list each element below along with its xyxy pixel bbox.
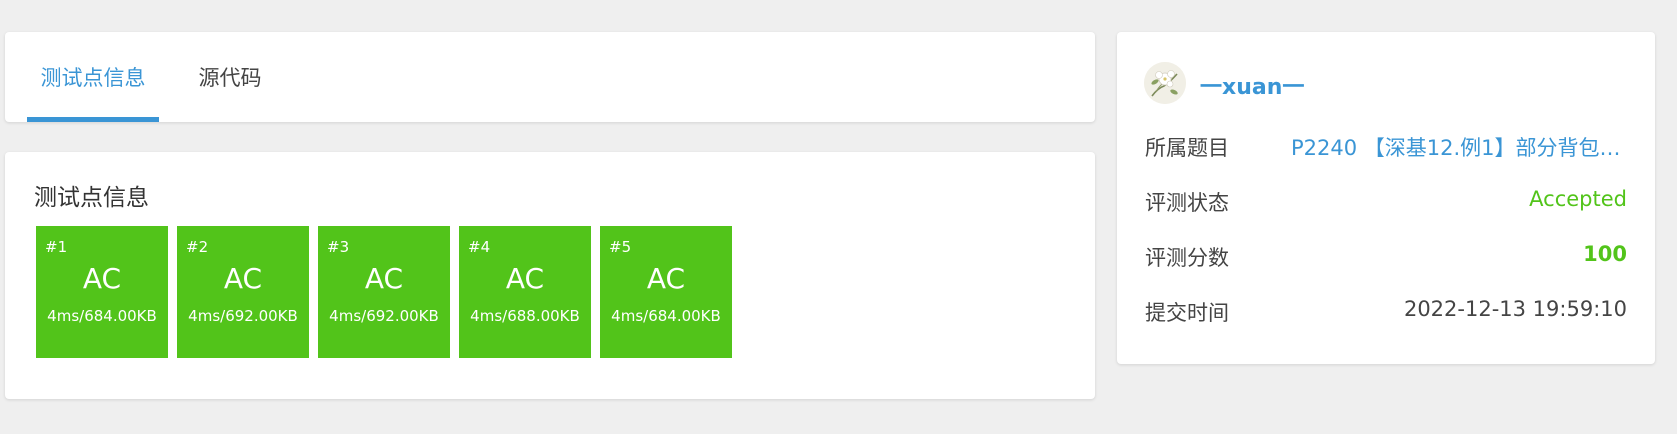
problem-label: 所属题目 <box>1145 136 1229 160</box>
tab-source-code-label: 源代码 <box>198 66 262 90</box>
info-row-problem: 所属题目 P2240 【深基12.例1】部分背包问题 <box>1145 132 1627 162</box>
status-value: Accepted <box>1529 187 1627 211</box>
info-row-submit-time: 提交时间 2022-12-13 19:59:10 <box>1145 297 1627 327</box>
testcase-section-title: 测试点信息 <box>34 185 149 211</box>
tab-testcase-info-label: 测试点信息 <box>40 66 146 90</box>
info-row-status: 评测状态 Accepted <box>1145 187 1627 217</box>
status-label: 评测状态 <box>1145 191 1229 215</box>
testcase-number: #3 <box>327 238 350 256</box>
testcase-time-memory: 4ms/684.00KB <box>47 307 157 325</box>
problem-link[interactable]: P2240 【深基12.例1】部分背包问题 <box>1291 132 1627 162</box>
submission-info-card: 一xuan一 所属题目 P2240 【深基12.例1】部分背包问题 评测状态 A… <box>1117 32 1655 364</box>
testcase-status: AC <box>646 262 686 295</box>
testcase-status: AC <box>223 262 263 295</box>
tabs-card: 测试点信息 源代码 <box>5 32 1095 122</box>
testcase-tile[interactable]: #2 AC 4ms/692.00KB <box>177 226 309 358</box>
submit-time-label: 提交时间 <box>1145 301 1229 325</box>
testcase-number: #2 <box>186 238 209 256</box>
submit-time-value: 2022-12-13 19:59:10 <box>1403 297 1627 321</box>
info-row-score: 评测分数 100 <box>1145 242 1627 272</box>
active-tab-indicator <box>27 117 159 122</box>
testcase-tile[interactable]: #4 AC 4ms/688.00KB <box>459 226 591 358</box>
testcase-number: #4 <box>468 238 491 256</box>
tab-testcase-info[interactable]: 测试点信息 <box>27 32 159 122</box>
username-link[interactable]: 一xuan一 <box>1200 69 1304 101</box>
score-label: 评测分数 <box>1145 246 1229 270</box>
testcase-status: AC <box>505 262 545 295</box>
testcase-tile[interactable]: #3 AC 4ms/692.00KB <box>318 226 450 358</box>
testcase-card: 测试点信息 #1 AC 4ms/684.00KB #2 AC 4ms/692.0… <box>5 152 1095 399</box>
testcase-number: #5 <box>609 238 632 256</box>
flower-avatar-icon <box>1144 62 1186 104</box>
testcase-time-memory: 4ms/684.00KB <box>611 307 721 325</box>
score-value: 100 <box>1583 242 1627 266</box>
testcase-status: AC <box>82 262 122 295</box>
tab-source-code[interactable]: 源代码 <box>185 32 275 122</box>
testcase-tile[interactable]: #5 AC 4ms/684.00KB <box>600 226 732 358</box>
testcase-time-memory: 4ms/692.00KB <box>329 307 439 325</box>
testcase-number: #1 <box>45 238 68 256</box>
testcase-tile[interactable]: #1 AC 4ms/684.00KB <box>36 226 168 358</box>
testcase-time-memory: 4ms/692.00KB <box>188 307 298 325</box>
testcase-time-memory: 4ms/688.00KB <box>470 307 580 325</box>
testcase-status: AC <box>364 262 404 295</box>
avatar[interactable] <box>1144 62 1186 104</box>
